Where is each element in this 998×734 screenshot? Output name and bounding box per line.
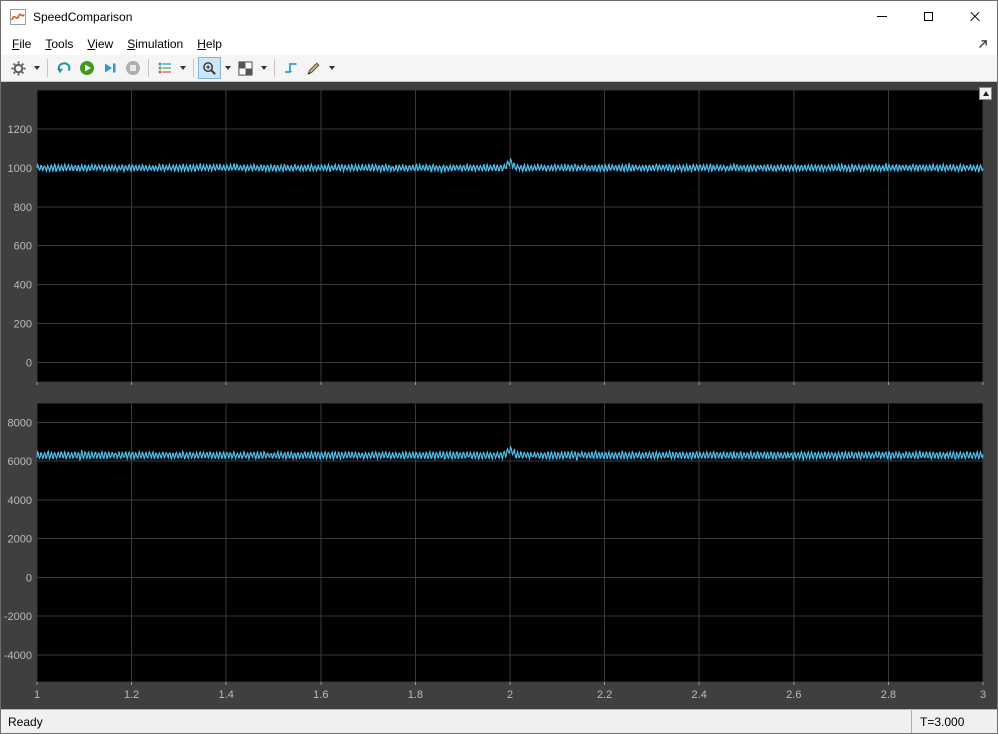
menu-tools[interactable]: Tools xyxy=(38,34,80,54)
chevron-down-icon xyxy=(328,66,335,70)
svg-text:6000: 6000 xyxy=(8,456,32,468)
cursor-measurements-icon xyxy=(307,62,320,75)
fit-to-view-icon xyxy=(238,60,253,76)
top-scope-chart[interactable]: 0 200 400 600 800 1000 1200 xyxy=(1,82,997,392)
scope-window: SpeedComparison File Tools View Simulati… xyxy=(0,0,998,734)
statusbar: Ready T=3.000 xyxy=(1,709,997,733)
maximize-button[interactable] xyxy=(905,1,951,32)
svg-text:1000: 1000 xyxy=(8,163,32,175)
svg-text:2.6: 2.6 xyxy=(786,689,801,701)
maximize-icon xyxy=(923,12,933,21)
svg-text:2.8: 2.8 xyxy=(881,689,896,701)
svg-text:0: 0 xyxy=(26,358,32,370)
configuration-button[interactable] xyxy=(7,57,30,79)
chevron-down-icon xyxy=(260,66,267,70)
svg-text:1.2: 1.2 xyxy=(124,689,139,701)
step-back-icon xyxy=(56,62,70,74)
window-title: SpeedComparison xyxy=(33,9,133,24)
stop-icon xyxy=(125,61,140,75)
svg-text:2.2: 2.2 xyxy=(597,689,612,701)
svg-text:2000: 2000 xyxy=(8,534,32,546)
chevron-down-icon xyxy=(33,66,40,70)
svg-text:1.6: 1.6 xyxy=(313,689,328,701)
svg-text:1: 1 xyxy=(34,689,40,701)
svg-text:600: 600 xyxy=(14,241,32,253)
zoom-button[interactable] xyxy=(198,57,221,79)
svg-text:-2000: -2000 xyxy=(4,611,32,623)
menu-simulation[interactable]: Simulation xyxy=(120,34,190,54)
fit-to-view-button[interactable] xyxy=(234,57,257,79)
toolbar xyxy=(1,55,997,82)
close-icon xyxy=(969,11,980,22)
svg-text:400: 400 xyxy=(14,280,32,292)
measurements-button[interactable] xyxy=(302,57,325,79)
close-button[interactable] xyxy=(951,1,997,32)
undock-arrow-icon xyxy=(979,39,987,48)
measurements-dropdown[interactable] xyxy=(325,57,338,79)
toolbar-separator xyxy=(274,59,275,77)
menubar: File Tools View Simulation Help xyxy=(1,32,997,55)
chevron-down-icon xyxy=(179,66,186,70)
svg-text:8000: 8000 xyxy=(8,417,32,429)
run-icon xyxy=(79,61,94,75)
minimize-icon xyxy=(877,16,887,17)
svg-text:1200: 1200 xyxy=(8,124,32,136)
chevron-down-icon xyxy=(224,66,231,70)
svg-text:0: 0 xyxy=(26,572,32,584)
scope-app-icon xyxy=(10,8,26,25)
undock-button[interactable] xyxy=(975,36,991,52)
window-controls xyxy=(859,1,997,32)
triangle-up-icon xyxy=(982,91,989,96)
zoom-in-icon xyxy=(203,61,216,75)
app-icon xyxy=(10,8,26,25)
zoom-dropdown[interactable] xyxy=(221,57,234,79)
status-text: Ready xyxy=(8,714,43,729)
step-forward-button[interactable] xyxy=(98,57,121,79)
svg-text:200: 200 xyxy=(14,319,32,331)
svg-text:1.8: 1.8 xyxy=(408,689,423,701)
simulation-time: T=3.000 xyxy=(911,710,997,733)
toolbar-separator xyxy=(148,59,149,77)
menu-file[interactable]: File xyxy=(5,34,38,54)
style-button[interactable] xyxy=(153,57,176,79)
minimize-button[interactable] xyxy=(859,1,905,32)
step-back-button[interactable] xyxy=(52,57,75,79)
step-forward-icon xyxy=(104,63,115,73)
titlebar: SpeedComparison xyxy=(1,1,997,32)
svg-text:800: 800 xyxy=(14,202,32,214)
run-button[interactable] xyxy=(75,57,98,79)
fit-to-view-dropdown[interactable] xyxy=(257,57,270,79)
svg-text:1.4: 1.4 xyxy=(219,689,234,701)
scroll-up-button[interactable] xyxy=(979,87,992,100)
configuration-dropdown[interactable] xyxy=(30,57,43,79)
signal-style-icon xyxy=(158,62,171,74)
gear-icon xyxy=(11,60,26,76)
menu-help[interactable]: Help xyxy=(190,34,229,54)
menu-view[interactable]: View xyxy=(80,34,120,54)
svg-text:4000: 4000 xyxy=(8,495,32,507)
bottom-scope-chart[interactable]: 1 1.2 1.4 1.6 1.8 2 2.2 2.4 2.6 2.8 3 -4000 -2000 0 20… xyxy=(1,392,997,709)
trigger-icon xyxy=(284,63,296,73)
style-dropdown[interactable] xyxy=(176,57,189,79)
plot-region: 0 200 400 600 800 1000 1200 1 1.2 1.4 1.6 1.8 2 2.2 2… xyxy=(1,82,997,709)
toolbar-separator xyxy=(47,59,48,77)
trigger-button[interactable] xyxy=(279,57,302,79)
svg-text:2: 2 xyxy=(507,689,513,701)
svg-text:-4000: -4000 xyxy=(4,650,32,662)
stop-button[interactable] xyxy=(121,57,144,79)
toolbar-separator xyxy=(193,59,194,77)
svg-text:3: 3 xyxy=(980,689,986,701)
svg-text:2.4: 2.4 xyxy=(692,689,707,701)
